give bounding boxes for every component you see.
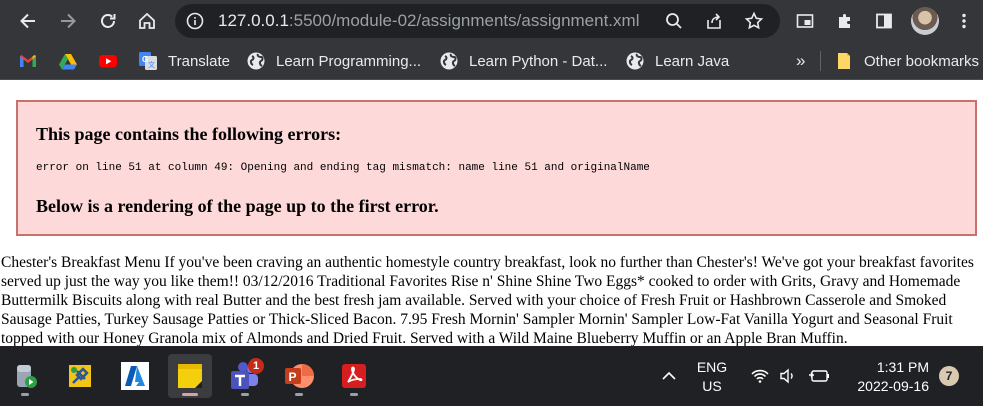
error-heading: This page contains the following errors: [36, 124, 342, 144]
azure-icon [121, 362, 149, 390]
clock-date: 2022-09-16 [857, 378, 929, 394]
extensions-button[interactable] [830, 6, 860, 36]
taskbar-app-pdf-reader[interactable] [332, 354, 376, 398]
zoom-search-icon[interactable] [664, 11, 684, 31]
google-drive-icon [58, 51, 78, 71]
gmail-icon [18, 51, 38, 71]
error-message: error on line 51 at column 49: Opening a… [36, 162, 650, 174]
back-arrow-icon [20, 13, 35, 29]
bookmark-label: Translate [168, 52, 230, 70]
rendered-xml-text: Chester's Breakfast Menu If you've been … [1, 254, 974, 347]
bookmark-learn-java[interactable]: Learn Java [625, 42, 729, 80]
bookmark-google-drive[interactable] [58, 42, 88, 80]
chevron-up-icon [662, 371, 676, 380]
bookmarks-divider [820, 51, 821, 71]
taskbar-clock[interactable]: 1:31 PM 2022-09-16 [843, 358, 929, 396]
taskbar-app-teams[interactable]: 1 [223, 354, 267, 398]
battery-icon[interactable] [806, 346, 832, 406]
pdf-reader-icon [342, 364, 366, 388]
browser-menu-button[interactable] [949, 6, 979, 36]
overflow-label: » [796, 51, 806, 70]
site-info-icon[interactable] [185, 11, 205, 31]
youtube-icon [98, 51, 118, 71]
globe-icon [625, 51, 645, 71]
bookmark-translate[interactable]: G文 Translate [138, 42, 230, 80]
puzzle-icon [839, 14, 850, 28]
other-bookmarks-folder[interactable]: Other bookmarks [834, 42, 979, 80]
language-code: ENG [696, 359, 728, 375]
taskbar-app-installer[interactable] [3, 354, 47, 398]
folder-icon [834, 51, 854, 71]
back-button[interactable] [13, 6, 43, 36]
clock-time: 1:31 PM [876, 359, 929, 375]
page-content: This page contains the following errors:… [0, 80, 983, 347]
bookmark-label: Learn Python - Dat... [469, 52, 608, 70]
side-panel-button[interactable] [869, 6, 899, 36]
svg-text:P: P [289, 370, 297, 384]
windows-taskbar: 1 P ENG US 1:31 PM 2022-09-16 7 [0, 346, 983, 406]
render-heading: Below is a rendering of the page up to t… [36, 196, 439, 216]
url-host: 127.0.0.1 [218, 11, 289, 30]
profile-avatar[interactable] [911, 7, 939, 35]
address-bar[interactable]: 127.0.0.1:5500/module-02/assignments/ass… [175, 4, 780, 38]
bookmarks-bar: G文 Translate Learn Programming... Learn … [0, 42, 983, 80]
forward-button[interactable] [53, 6, 83, 36]
bookmark-label: Learn Java [655, 52, 730, 70]
globe-icon [246, 51, 266, 71]
svg-text:文: 文 [148, 60, 155, 69]
sticky-notes-icon [178, 364, 202, 388]
share-icon[interactable] [704, 11, 724, 31]
home-icon [139, 12, 155, 29]
running-indicator [295, 393, 303, 396]
bookmark-learn-programming[interactable]: Learn Programming... [246, 42, 421, 80]
running-indicator [21, 393, 29, 396]
xml-error-box: This page contains the following errors:… [16, 100, 977, 236]
more-vertical-icon [962, 13, 966, 29]
wifi-icon[interactable] [749, 346, 771, 406]
volume-icon[interactable] [777, 346, 799, 406]
input-language-indicator[interactable]: ENG US [694, 358, 730, 396]
taskbar-app-sticky-notes[interactable] [168, 354, 212, 398]
powerpoint-icon: P [285, 364, 314, 388]
bookmarks-overflow-button[interactable]: » [796, 42, 805, 80]
bookmark-youtube[interactable] [98, 42, 128, 80]
taskbar-app-azure[interactable] [113, 354, 157, 398]
teams-notification-badge: 1 [248, 358, 264, 374]
disk-installer-icon [17, 365, 37, 388]
show-hidden-icons-button[interactable] [655, 346, 683, 406]
side-panel-icon [876, 13, 892, 29]
running-indicator [241, 393, 249, 396]
region-code: US [702, 378, 722, 394]
taskbar-app-powerpoint[interactable]: P [277, 354, 321, 398]
bookmark-learn-python[interactable]: Learn Python - Dat... [439, 42, 607, 80]
google-translate-icon: G文 [138, 51, 158, 71]
taskbar-app-development-tools[interactable] [58, 354, 102, 398]
picture-in-picture-icon [796, 14, 814, 28]
bookmark-gmail[interactable] [18, 42, 48, 80]
url-path: :5500/module-02/assignments/assignment.x… [288, 11, 640, 30]
forward-arrow-icon [61, 13, 76, 29]
home-button[interactable] [132, 6, 162, 36]
active-indicator [182, 393, 198, 396]
picture-in-picture-button[interactable] [790, 6, 820, 36]
dev-tools-icon [69, 365, 91, 387]
bookmark-star-icon[interactable] [744, 11, 764, 31]
bookmark-label: Learn Programming... [276, 52, 422, 70]
reload-button[interactable] [93, 6, 123, 36]
other-bookmarks-label: Other bookmarks [864, 52, 980, 70]
browser-toolbar: 127.0.0.1:5500/module-02/assignments/ass… [0, 0, 983, 42]
running-indicator [350, 393, 358, 396]
address-url[interactable]: 127.0.0.1:5500/module-02/assignments/ass… [218, 10, 639, 32]
globe-icon [439, 51, 459, 71]
notification-count-badge[interactable]: 7 [939, 366, 959, 386]
reload-icon [101, 14, 116, 28]
